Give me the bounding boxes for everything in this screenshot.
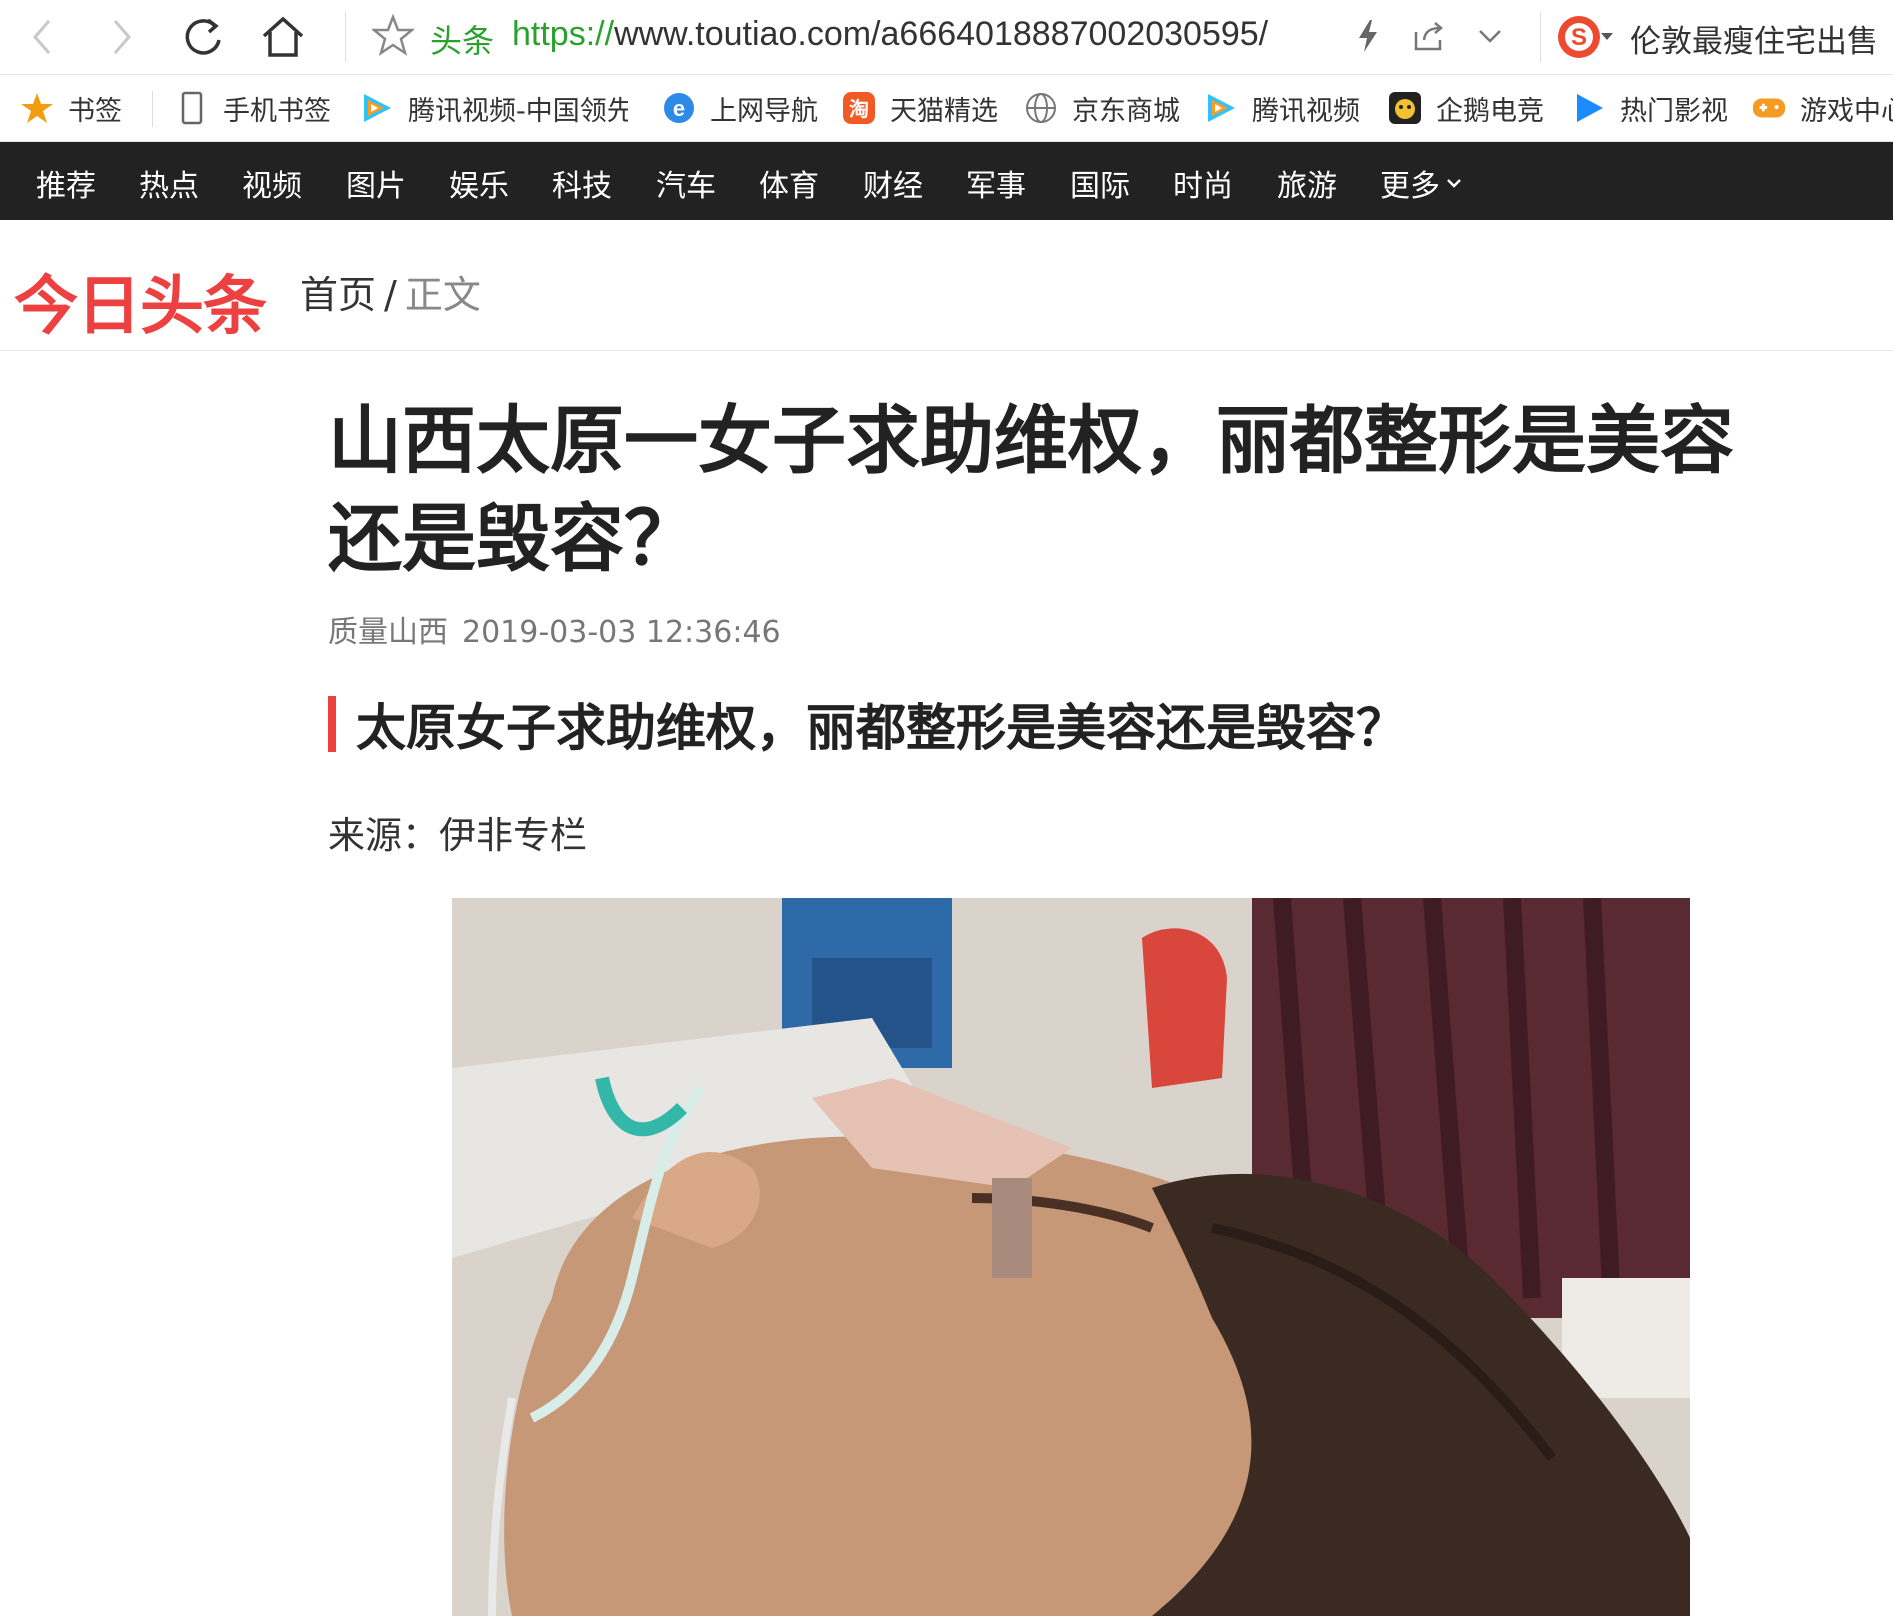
- channel-tab[interactable]: 汽车: [656, 161, 716, 205]
- tencent-video-icon: [1204, 91, 1238, 125]
- bookmark-item[interactable]: 京东商城: [1024, 88, 1180, 128]
- breadcrumb-separator: /: [384, 273, 397, 317]
- toolbar-divider: [1540, 12, 1541, 62]
- patient-photo-illustration: [452, 898, 1690, 1616]
- chevron-down-icon: [1479, 30, 1501, 43]
- channel-tab[interactable]: 视频: [242, 161, 302, 205]
- bookmark-label: 上网导航: [710, 95, 818, 127]
- channel-tab[interactable]: 军事: [966, 161, 1026, 205]
- article-time: 2019-03-03 12:36:46: [462, 615, 781, 650]
- chevron-down-icon: [1447, 179, 1461, 188]
- bookmark-label: 热门影视: [1620, 95, 1728, 127]
- back-button[interactable]: [14, 10, 70, 64]
- channel-tab[interactable]: 娱乐: [449, 161, 509, 205]
- star-icon: [20, 91, 54, 125]
- channel-tab[interactable]: 科技: [552, 161, 612, 205]
- bookmark-label: 游戏中心: [1800, 95, 1893, 127]
- address-bar: 头条 https://www.toutiao.com/a666401888700…: [0, 0, 1893, 75]
- forward-button[interactable]: [94, 10, 150, 64]
- share-icon: [1414, 22, 1443, 51]
- phone-icon: [175, 91, 209, 125]
- channel-tab[interactable]: 时尚: [1173, 161, 1233, 205]
- article-photo: [452, 898, 1690, 1616]
- home-button[interactable]: [255, 10, 311, 64]
- sogou-search-icon[interactable]: S: [1556, 14, 1602, 60]
- bookmark-item[interactable]: 书签: [20, 88, 122, 128]
- bookmark-label: 手机书签: [223, 95, 331, 127]
- toolbar-divider: [345, 12, 346, 62]
- channel-tab[interactable]: 财经: [863, 161, 923, 205]
- bookmark-item[interactable]: 淘 天猫精选: [842, 88, 998, 128]
- reload-icon: [185, 18, 221, 55]
- bookmark-item[interactable]: 游戏中心: [1752, 88, 1893, 128]
- channel-more-label: 更多: [1380, 169, 1440, 204]
- svg-text:e: e: [673, 96, 685, 121]
- svg-text:S: S: [1571, 24, 1587, 51]
- url-dropdown-button[interactable]: [1468, 14, 1512, 58]
- bookmarks-divider: [152, 91, 153, 127]
- tmall-icon: 淘: [842, 91, 876, 125]
- svg-text:淘: 淘: [849, 97, 869, 121]
- bookmark-item[interactable]: e 上网导航: [662, 88, 818, 128]
- channel-tab[interactable]: 旅游: [1277, 161, 1337, 205]
- toutiao-logo[interactable]: 今日头条: [14, 255, 267, 347]
- bookmark-star-icon[interactable]: [372, 14, 414, 56]
- bookmarks-bar: 书签 手机书签 腾讯视频-中国领先 e 上网导航 淘 天猫精选 京东商城 腾讯视…: [0, 75, 1893, 142]
- home-icon: [262, 16, 304, 57]
- share-button[interactable]: [1408, 14, 1452, 58]
- channel-tab[interactable]: 体育: [759, 161, 819, 205]
- bookmark-item[interactable]: 手机书签: [175, 88, 331, 128]
- bookmark-label: 书签: [68, 95, 122, 127]
- tencent-video-icon: [360, 91, 394, 125]
- breadcrumb: 首页 / 正文: [300, 264, 481, 319]
- article-title: 山西太原一女子求助维权，丽都整形是美容还是毁容？: [328, 398, 1734, 582]
- gamepad-icon: [1752, 91, 1786, 125]
- speed-mode-button[interactable]: [1346, 14, 1390, 58]
- forward-arrow-icon: [113, 20, 131, 54]
- article-meta: 质量山西 2019-03-03 12:36:46: [328, 607, 781, 651]
- channel-tab[interactable]: 图片: [346, 161, 406, 205]
- bookmark-label: 天猫精选: [890, 95, 998, 127]
- bookmark-label: 企鹅电竞: [1436, 95, 1544, 127]
- bookmark-item[interactable]: 腾讯视频-中国领先: [360, 88, 628, 128]
- bookmark-item[interactable]: 热门影视: [1572, 88, 1728, 128]
- channel-more-button[interactable]: 更多: [1380, 161, 1462, 205]
- play-icon: [1572, 91, 1606, 125]
- bookmark-label: 京东商城: [1072, 95, 1180, 127]
- bookmark-item[interactable]: 企鹅电竞: [1388, 88, 1544, 128]
- url-path: www.toutiao.com/a6664018887002030595/: [614, 15, 1269, 53]
- channel-tab[interactable]: 推荐: [36, 161, 96, 205]
- bookmark-item[interactable]: 腾讯视频: [1204, 88, 1360, 128]
- reload-button[interactable]: [175, 10, 231, 64]
- bookmark-label: 腾讯视频-中国领先: [408, 95, 628, 127]
- search-box[interactable]: 伦敦最瘦住宅出售: [1630, 16, 1878, 61]
- article-source-line: 来源：伊非专栏: [328, 814, 587, 857]
- ie-icon: e: [662, 91, 696, 125]
- url-field[interactable]: https://www.toutiao.com/a666401888700203…: [512, 15, 1268, 54]
- globe-icon: [1024, 91, 1058, 125]
- channel-nav: 推荐 热点 视频 图片 娱乐 科技 汽车 体育 财经 军事 国际 时尚 旅游 更…: [0, 142, 1893, 220]
- bookmark-label: 腾讯视频: [1252, 95, 1360, 127]
- breadcrumb-home[interactable]: 首页: [300, 273, 376, 317]
- subheading-text: 太原女子求助维权，丽都整形是美容还是毁容？: [356, 699, 1406, 757]
- search-engine-caret-icon[interactable]: [1601, 33, 1613, 40]
- url-scheme: https://: [512, 15, 615, 53]
- channel-tab[interactable]: 国际: [1070, 161, 1130, 205]
- article-subheading: 太原女子求助维权，丽都整形是美容还是毁容？: [328, 696, 1406, 757]
- channel-tab[interactable]: 热点: [139, 161, 199, 205]
- page-header: 今日头条 首页 / 正文: [0, 220, 1893, 351]
- back-arrow-icon: [33, 20, 51, 54]
- article-source[interactable]: 质量山西: [328, 615, 448, 650]
- lightning-icon: [1359, 20, 1377, 52]
- breadcrumb-current: 正文: [404, 273, 481, 317]
- site-tag: 头条: [430, 22, 495, 60]
- subheading-accent-bar: [328, 696, 336, 752]
- penguin-esports-icon: [1388, 91, 1422, 125]
